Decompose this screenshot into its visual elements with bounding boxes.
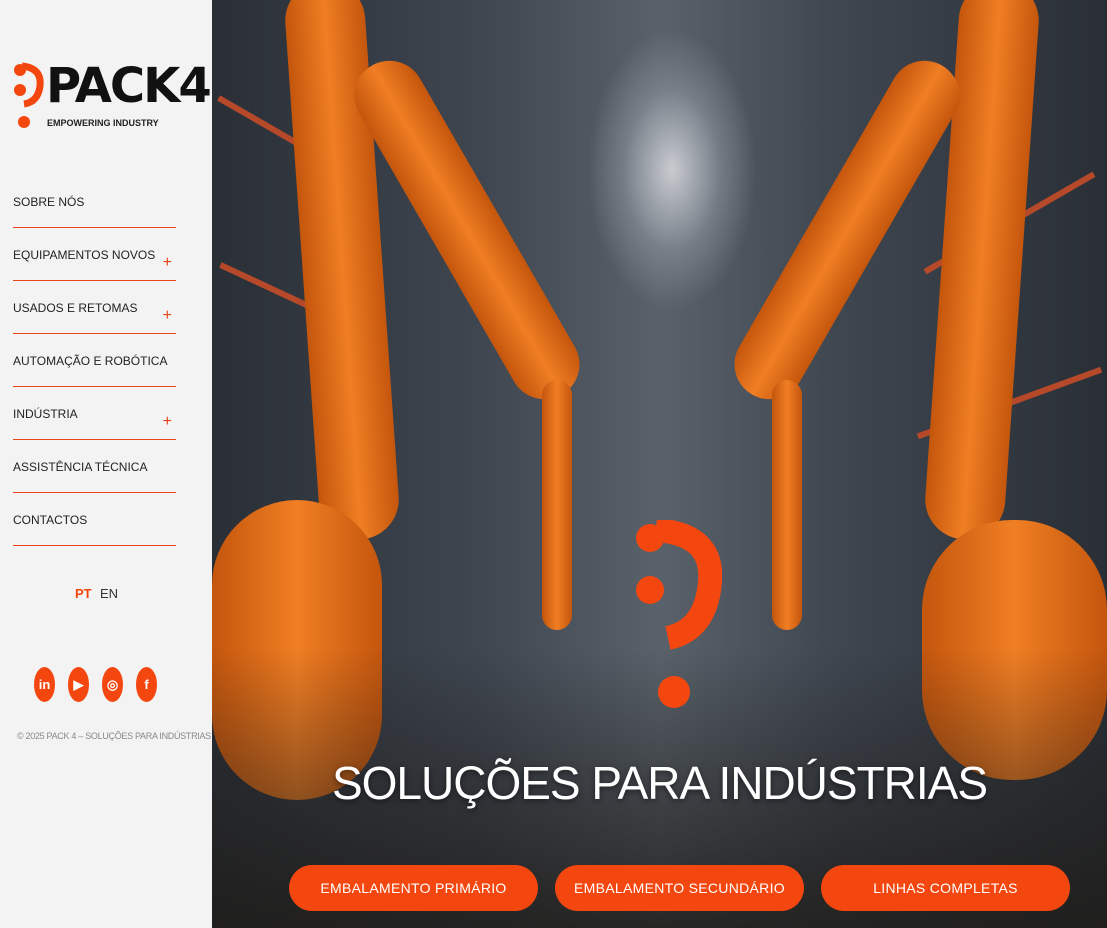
expand-plus-icon[interactable]: + [163,307,172,325]
nav-item-4[interactable]: INDÚSTRIA + [13,387,176,440]
nav-label: CONTACTOS [13,513,88,527]
nav-item-5[interactable]: ASSISTÊNCIA TÉCNICA [13,440,176,493]
logo[interactable]: PACK4 EMPOWERING INDUSTRY [12,58,212,132]
pack4-mark-icon [636,520,722,708]
secondary-packaging-button[interactable]: EMBALAMENTO SECUNDÁRIO [555,865,804,911]
nav-label: USADOS E RETOMAS [13,301,138,315]
brand-tagline: EMPOWERING INDUSTRY [47,118,159,128]
nav-label: INDÚSTRIA [13,407,78,421]
complete-lines-button[interactable]: LINHAS COMPLETAS [821,865,1070,911]
primary-packaging-button[interactable]: EMBALAMENTO PRIMÁRIO [289,865,538,911]
instagram-icon[interactable]: ◎ [102,667,123,702]
nav-item-6[interactable]: CONTACTOS [13,493,176,546]
expand-plus-icon[interactable]: + [163,413,172,431]
expand-plus-icon[interactable]: + [163,254,172,272]
brand-name: PACK4 [46,58,212,114]
linkedin-icon[interactable]: in [34,667,55,702]
nav-item-3[interactable]: AUTOMAÇÃO E ROBÓTICA [13,334,176,387]
nav-item-0[interactable]: SOBRE NÓS [13,175,176,228]
facebook-icon[interactable]: f [136,667,157,702]
sidebar: PACK4 EMPOWERING INDUSTRY SOBRE NÓS EQUIP… [0,0,212,928]
nav-label: EQUIPAMENTOS NOVOS [13,248,156,262]
social-links: in ▶ ◎ f [34,667,157,702]
nav-label: ASSISTÊNCIA TÉCNICA [13,460,148,474]
hero-title: SOLUÇÕES PARA INDÚSTRIAS [331,757,988,809]
nav-item-1[interactable]: EQUIPAMENTOS NOVOS + [13,228,176,281]
youtube-icon[interactable]: ▶ [68,667,89,702]
hero-banner: SOLUÇÕES PARA INDÚSTRIAS EMBALAMENTO PRI… [212,0,1107,928]
nav-item-2[interactable]: USADOS E RETOMAS + [13,281,176,334]
lang-en[interactable]: EN [100,586,118,601]
nav-label: SOBRE NÓS [13,195,85,209]
main-nav: SOBRE NÓS EQUIPAMENTOS NOVOS + USADOS E RET… [13,175,176,546]
lang-pt[interactable]: PT [75,586,92,601]
pack4-logo-mark-icon [14,62,44,128]
copyright: © 2025 PACK 4 – SOLUÇÕES PARA INDÚSTRIAS [17,731,211,741]
nav-label: AUTOMAÇÃO E ROBÓTICA [13,354,168,368]
